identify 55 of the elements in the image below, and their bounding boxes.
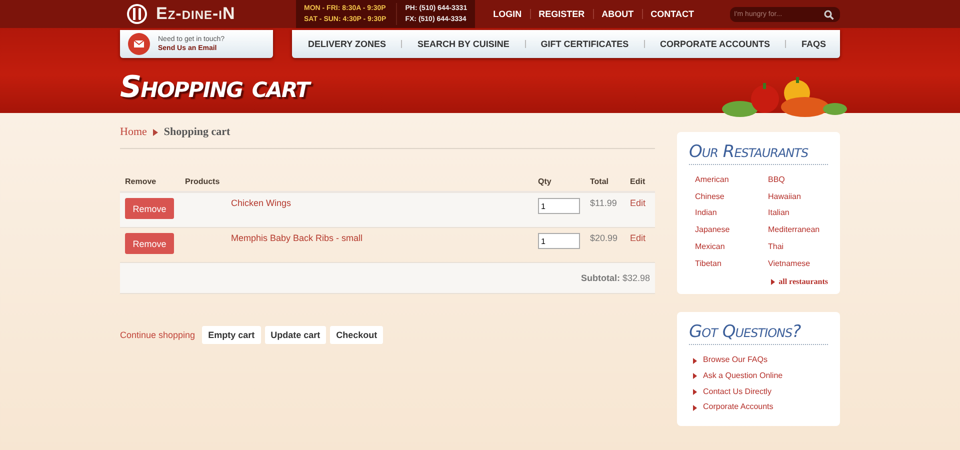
item-total: $11.99 xyxy=(590,198,617,208)
cuisine-link[interactable]: Mexican xyxy=(695,242,768,253)
bullet-icon xyxy=(693,358,697,364)
edit-link[interactable]: Edit xyxy=(630,233,646,243)
cuisine-link[interactable]: Tibetan xyxy=(695,258,768,270)
remove-button[interactable]: Remove xyxy=(125,233,174,254)
question-link[interactable]: Ask a Question Online xyxy=(703,370,783,382)
continue-shopping-link[interactable]: Continue shopping xyxy=(120,330,196,340)
bullet-icon xyxy=(693,388,697,395)
all-restaurants-link[interactable]: all restaurants xyxy=(778,277,828,286)
nav-link[interactable]: LOGIN xyxy=(485,9,530,19)
product-link[interactable]: Memphis Baby Back Ribs - small xyxy=(185,233,363,243)
cuisine-link[interactable]: Vietnamese xyxy=(768,258,828,270)
nav-link[interactable]: ABOUT xyxy=(592,9,642,19)
cart-action-button[interactable]: Empty cart xyxy=(202,326,261,344)
cuisine-link[interactable]: American xyxy=(695,175,768,186)
card-title: Our Restaurants xyxy=(689,142,828,165)
question-link[interactable]: Corporate Accounts xyxy=(703,402,774,414)
breadcrumb-current: Shopping cart xyxy=(164,126,230,138)
quantity-field[interactable]: 1 xyxy=(538,233,580,249)
bullet-icon xyxy=(770,278,775,285)
product-link[interactable]: Chicken Wings xyxy=(185,198,292,208)
nav-link[interactable]: SEARCH BY CUISINE xyxy=(417,39,510,49)
cuisine-link[interactable]: Thai xyxy=(768,242,828,253)
nav-link[interactable]: GIFT CERTIFICATES xyxy=(540,39,629,49)
card-title: Got Questions? xyxy=(689,322,828,346)
cuisine-link[interactable]: Japanese xyxy=(695,225,768,236)
nav-link[interactable]: FAQS xyxy=(801,39,826,49)
remove-button[interactable]: Remove xyxy=(125,198,174,219)
quantity-field[interactable]: 1 xyxy=(538,198,580,214)
cuisine-link[interactable]: Mediterranean xyxy=(768,225,828,236)
cuisine-link[interactable]: BBQ xyxy=(768,175,828,186)
page-title: Shopping cart xyxy=(120,70,310,105)
cuisine-link[interactable]: Chinese xyxy=(695,192,768,202)
bullet-icon xyxy=(693,373,697,380)
cart-action-button[interactable]: Checkout xyxy=(330,326,384,344)
edit-link[interactable]: Edit xyxy=(630,198,646,208)
nav-link[interactable]: CORPORATE ACCOUNTS xyxy=(660,39,770,49)
cuisine-link[interactable]: Italian xyxy=(768,208,828,220)
chevron-icon xyxy=(152,128,158,136)
search-icon[interactable] xyxy=(824,10,834,20)
question-link[interactable]: Browse Our FAQs xyxy=(703,355,768,366)
subtotal: Subtotal: $32.98 xyxy=(580,273,650,283)
breadcrumb-link[interactable]: Home xyxy=(120,126,147,138)
cuisine-link[interactable]: Indian xyxy=(695,208,768,220)
nav-link[interactable]: REGISTER xyxy=(530,9,593,19)
item-total: $20.99 xyxy=(590,233,618,243)
bullet-icon xyxy=(693,404,697,411)
logo-text[interactable]: Ez-dine-iN xyxy=(156,4,236,24)
cuisine-link[interactable]: Hawaiian xyxy=(768,192,828,202)
question-link[interactable]: Contact Us Directly xyxy=(703,386,772,398)
nav-link[interactable]: CONTACT xyxy=(642,9,702,19)
cart-action-button[interactable]: Update cart xyxy=(264,326,326,344)
nav-link[interactable]: DELIVERY ZONES xyxy=(308,39,386,49)
envelope-icon xyxy=(128,33,150,55)
